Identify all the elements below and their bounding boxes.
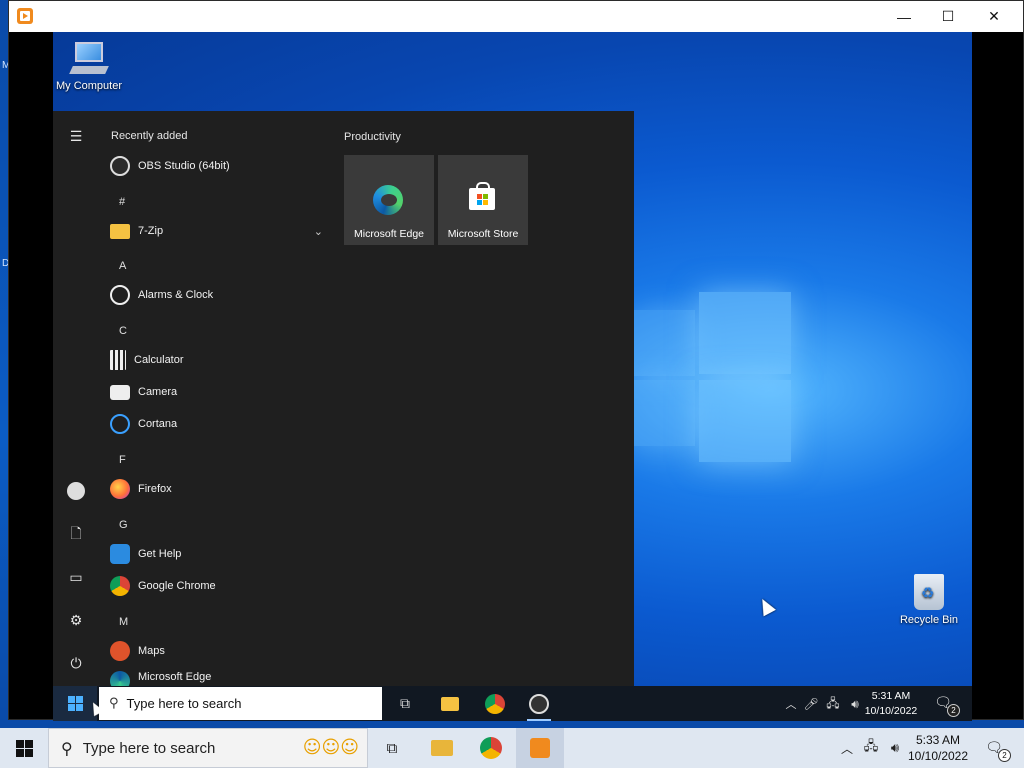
notification-center-icon[interactable]: 🗨 2 — [932, 693, 960, 717]
vm-titlebar[interactable]: — ☐ ✕ — [9, 1, 1023, 32]
mouse-cursor — [756, 595, 776, 617]
task-view-icon[interactable]: ⧉ — [379, 736, 405, 760]
app-list-item-obs[interactable]: OBS Studio (64bit) — [110, 154, 325, 178]
desktop-icon-recycle-bin[interactable]: Recycle Bin — [889, 574, 969, 626]
vm-app-taskbar-button[interactable] — [516, 728, 564, 768]
alarm-clock-icon — [110, 285, 130, 305]
search-box[interactable]: ⚲ Type here to search — [99, 687, 382, 720]
app-list-item-firefox[interactable]: Firefox — [110, 477, 325, 501]
file-explorer-icon[interactable] — [438, 692, 462, 716]
section-letter[interactable]: F — [119, 454, 126, 466]
power-icon[interactable]: ⏻ — [66, 654, 86, 674]
app-list-item-camera[interactable]: Camera — [110, 380, 325, 404]
maps-icon — [110, 641, 130, 661]
maximize-button[interactable]: ☐ — [925, 1, 971, 32]
app-list-item-microsoft-edge[interactable]: Microsoft Edge — [110, 671, 325, 686]
edge-icon — [373, 185, 403, 215]
emoji-search-highlight-icon[interactable]: ☺☺☺ — [303, 737, 359, 758]
guest-taskbar: ⚲ Type here to search ⧉ ︿ 🎤︎ 🖧 🔊︎ 5:31 A… — [53, 686, 972, 721]
app-list-item-cortana[interactable]: Cortana — [110, 412, 325, 436]
start-menu: ☰ 🗋 ▭ ⚙ ⏻ Recently added OBS Studio (64b… — [53, 111, 634, 686]
app-list-item-7zip[interactable]: 7-Zip ⌄ — [110, 219, 325, 243]
windows-wallpaper-logo — [633, 292, 793, 462]
desktop-icon-my-computer[interactable]: My Computer — [53, 42, 129, 92]
close-button[interactable]: ✕ — [971, 1, 1017, 32]
folder-icon — [110, 223, 130, 239]
guest-clock[interactable]: 5:31 AM 10/10/2022 — [861, 689, 921, 719]
section-letter[interactable]: G — [119, 519, 128, 531]
section-letter[interactable]: # — [119, 196, 125, 208]
chrome-icon[interactable] — [483, 692, 507, 716]
settings-gear-icon[interactable]: ⚙ — [66, 611, 86, 631]
hamburger-icon[interactable]: ☰ — [66, 127, 86, 147]
obs-icon[interactable] — [527, 692, 551, 716]
host-clock[interactable]: 5:33 AM 10/10/2022 — [906, 732, 970, 764]
cortana-icon — [110, 414, 130, 434]
minimize-button[interactable]: — — [881, 1, 927, 32]
notification-badge: 2 — [947, 704, 960, 717]
search-icon: ⚲ — [109, 696, 119, 711]
app-list-item-maps[interactable]: Maps — [110, 639, 325, 663]
documents-icon[interactable]: 🗋 — [66, 525, 86, 545]
obs-icon — [110, 156, 130, 176]
tile-microsoft-store[interactable]: Microsoft Store — [438, 155, 528, 245]
chevron-down-icon[interactable]: ⌄ — [314, 225, 323, 238]
section-letter[interactable]: A — [119, 260, 126, 272]
tiles-group-title: Productivity — [344, 131, 401, 143]
host-start-button[interactable] — [0, 728, 48, 768]
notification-badge: 2 — [998, 749, 1011, 762]
pictures-icon[interactable]: ▭ — [66, 568, 86, 588]
calculator-icon — [110, 350, 126, 370]
network-icon[interactable]: 🖧 — [858, 736, 884, 760]
desktop-icon-label: Recycle Bin — [899, 614, 959, 626]
host-search-box[interactable]: ⚲ Type here to search ☺☺☺ — [48, 728, 368, 768]
app-list-item-get-help[interactable]: Get Help — [110, 542, 325, 566]
recently-added-header: Recently added — [111, 130, 188, 142]
windows-logo-icon — [67, 696, 83, 711]
file-explorer-icon[interactable] — [429, 736, 455, 760]
chevron-up-icon[interactable]: ︿ — [834, 736, 860, 760]
recycle-bin-icon — [914, 574, 944, 610]
store-icon — [469, 182, 495, 210]
active-indicator — [527, 719, 551, 721]
notification-center-icon[interactable]: 🗨 2 — [983, 738, 1011, 762]
firefox-icon — [110, 479, 130, 499]
chrome-icon — [110, 576, 130, 596]
microphone-icon[interactable]: 🎤︎ — [799, 692, 823, 716]
app-list-item-alarms[interactable]: Alarms & Clock — [110, 283, 325, 307]
get-help-icon — [110, 544, 130, 564]
user-account-icon[interactable] — [66, 481, 86, 501]
chrome-icon[interactable] — [478, 736, 504, 760]
task-view-icon[interactable]: ⧉ — [393, 692, 417, 716]
tile-microsoft-edge[interactable]: Microsoft Edge — [344, 155, 434, 245]
vm-window: — ☐ ✕ My Computer Recycle Bin ☰ — [8, 0, 1024, 721]
network-icon[interactable]: 🖧 — [821, 692, 845, 716]
edge-icon — [110, 671, 130, 686]
search-icon: ⚲ — [61, 738, 73, 758]
section-letter[interactable]: M — [119, 616, 128, 628]
vm-app-icon — [530, 738, 550, 758]
section-letter[interactable]: C — [119, 325, 127, 337]
app-list-item-calculator[interactable]: Calculator — [110, 348, 325, 372]
windows-logo-icon — [15, 739, 33, 757]
desktop-icon-label: My Computer — [55, 80, 123, 92]
start-menu-rail: ☰ 🗋 ▭ ⚙ ⏻ — [53, 111, 99, 686]
vm-app-icon — [17, 8, 33, 24]
guest-desktop: My Computer Recycle Bin ☰ 🗋 ▭ ⚙ ⏻ Recent… — [53, 32, 972, 721]
app-list-item-google-chrome[interactable]: Google Chrome — [110, 574, 325, 598]
volume-icon[interactable]: 🔊︎ — [882, 736, 908, 760]
host-taskbar: ⚲ Type here to search ☺☺☺ ⧉ ︿ 🖧 🔊︎ 5:33 … — [0, 728, 1024, 768]
computer-icon — [69, 42, 109, 76]
camera-icon — [110, 384, 130, 400]
